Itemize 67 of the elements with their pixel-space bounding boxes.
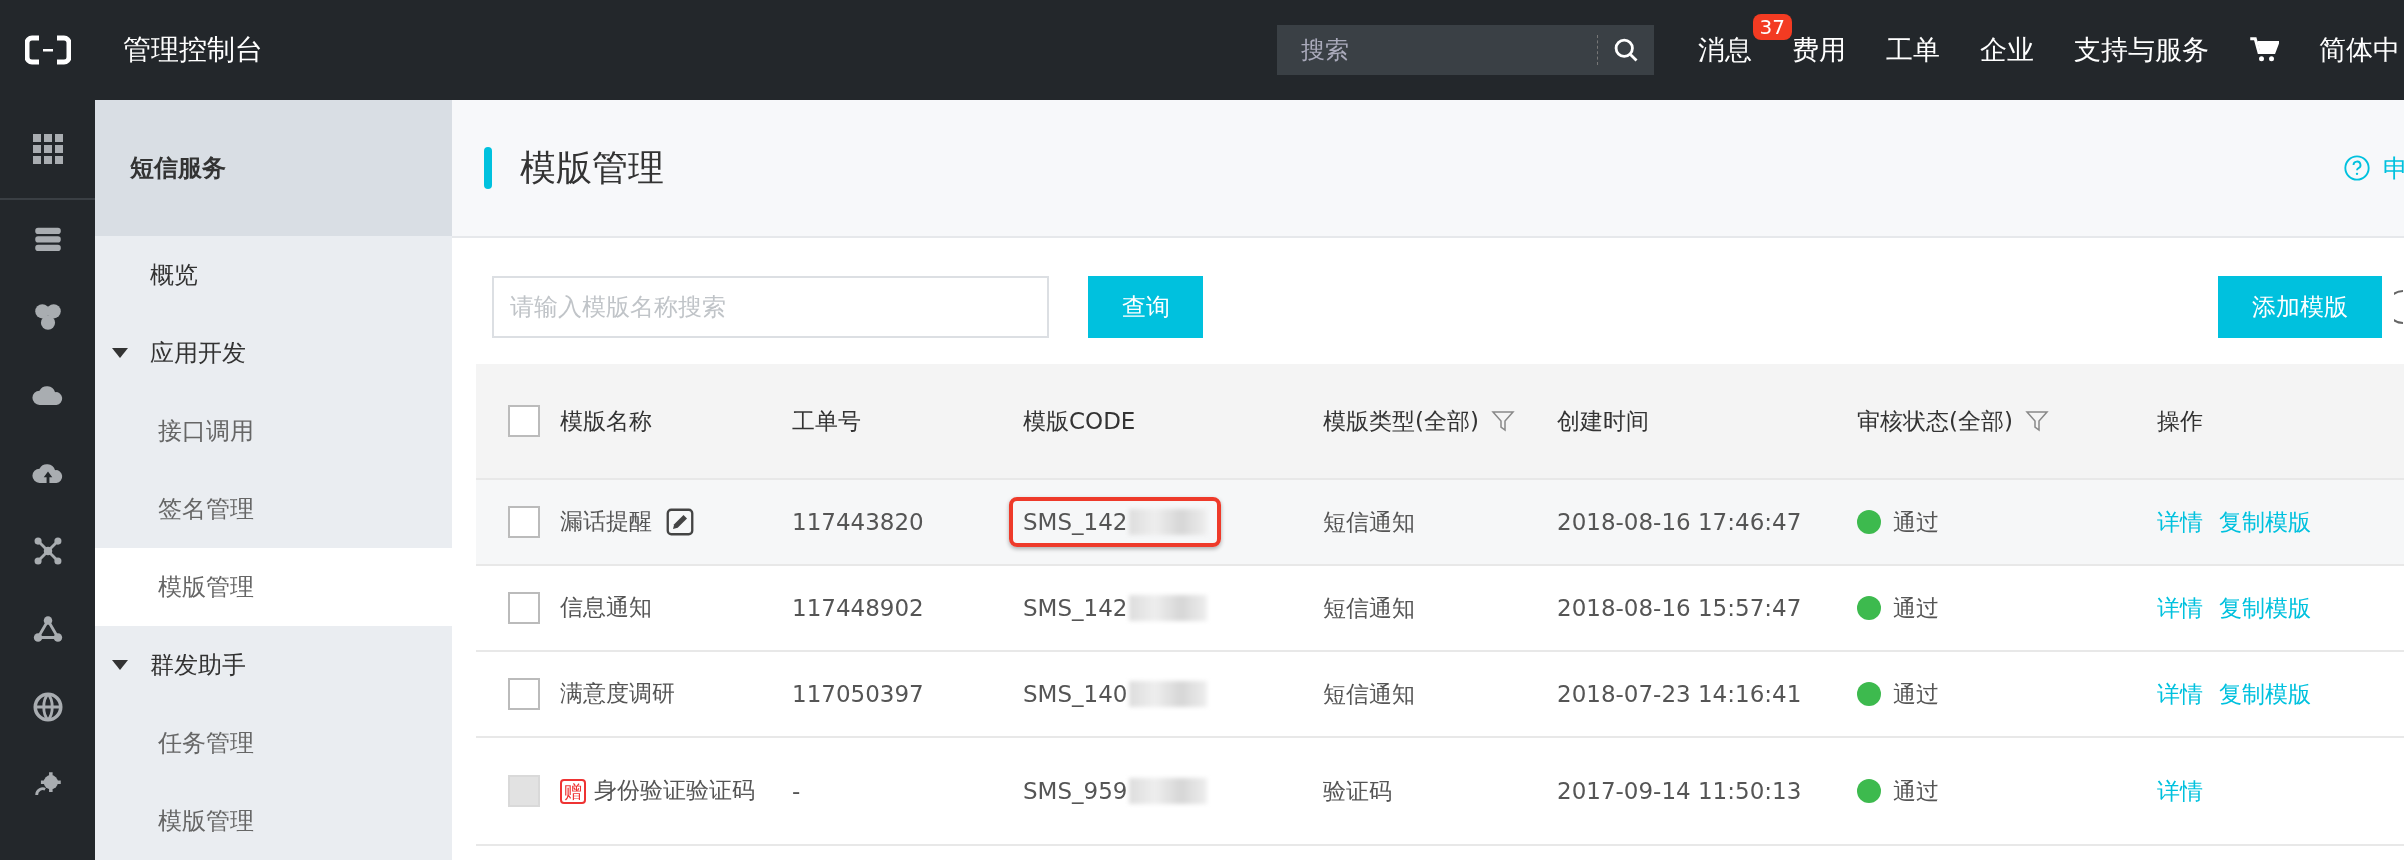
template-name: 漏话提醒 (559, 507, 652, 537)
sidebar-title: 短信服务 (95, 100, 452, 237)
status-text: 通过 (1893, 593, 1939, 623)
column-header: 操作 (2157, 406, 2203, 436)
status-text: 通过 (1893, 776, 1939, 806)
sidebar-group[interactable]: 群发助手 (150, 649, 246, 682)
order-number: 117050397 (791, 681, 925, 707)
column-header: 模版名称 (560, 406, 652, 436)
sidebar-item[interactable]: 签名管理 (95, 470, 452, 549)
template-type: 验证码 (1322, 776, 1393, 806)
template-code: SMS_142 (1009, 497, 1222, 547)
template-type: 短信通知 (1322, 593, 1416, 623)
template-code: SMS_142 (1023, 595, 1208, 621)
template-code: SMS_959 (1023, 778, 1208, 804)
nav-link[interactable]: 支持与服务 (2074, 32, 2209, 68)
row-checkbox[interactable] (508, 592, 540, 624)
template-name: 信息通知 (559, 593, 652, 623)
search-icon[interactable] (1612, 36, 1640, 64)
template-code: SMS_140 (1023, 681, 1208, 707)
created-time: 2017-09-14 11:50:13 (1556, 778, 1803, 804)
table-row[interactable]: 漏话提醒 117443820 SMS_142 短信通知 2018-08-16 17:46:47 通过 详情 复制模版 (476, 480, 2404, 566)
search-button[interactable] (1597, 25, 1654, 75)
logo-icon[interactable] (24, 35, 71, 65)
template-name: 赠 身份验证验证码 (546, 776, 755, 806)
page-title: 模版管理 (520, 145, 664, 190)
template-type: 短信通知 (1322, 679, 1416, 709)
sidebar-item[interactable]: 接口调用 (95, 392, 452, 471)
column-header: 模版类型(全部) (1323, 406, 1479, 436)
order-number: 117448902 (791, 595, 925, 621)
sidebar-group[interactable]: 应用开发 (150, 337, 246, 370)
template-type: 短信通知 (1322, 507, 1416, 537)
template-name: 满意度调研 (559, 679, 675, 709)
sidebar-item[interactable]: 模版管理 (95, 782, 452, 860)
select-all-checkbox[interactable] (508, 405, 540, 437)
sidebar-item[interactable]: 模版管理 (95, 548, 452, 627)
sidebar-item[interactable]: 概览 (95, 236, 452, 315)
column-header: 创建时间 (1557, 406, 1649, 436)
created-time: 2018-08-16 17:46:47 (1556, 509, 1803, 535)
gift-badge: 赠 (560, 779, 586, 805)
grid-icon[interactable] (32, 134, 63, 164)
column-header: 审核状态(全部) (1857, 406, 2013, 436)
status-text: 通过 (1893, 507, 1939, 537)
order-number: - (791, 778, 802, 804)
filter-icon[interactable] (1490, 409, 1515, 433)
sidebar-item[interactable]: 任务管理 (95, 704, 452, 782)
cart-icon[interactable] (2249, 36, 2279, 64)
caret-icon[interactable] (112, 348, 128, 359)
search-field[interactable]: 搜索 (1277, 25, 1597, 75)
nav-link[interactable]: 工单 (1886, 32, 1940, 68)
filter-icon[interactable] (2024, 409, 2049, 433)
created-time: 2018-08-16 15:57:47 (1556, 595, 1803, 621)
edit-icon[interactable] (666, 508, 694, 536)
nav-link[interactable]: 企业 (1980, 32, 2034, 68)
count-badge: 37 (1752, 14, 1792, 40)
row-checkbox[interactable] (508, 506, 540, 538)
column-header: 模版CODE (1023, 406, 1136, 436)
column-header: 工单号 (792, 406, 861, 436)
row-checkbox[interactable] (508, 678, 540, 710)
caret-icon[interactable] (112, 660, 128, 671)
console-title: 管理控制台 (123, 32, 263, 68)
search-field[interactable]: 请输入模版名称搜索 (492, 276, 1049, 338)
order-number: 117443820 (791, 509, 925, 535)
nav-link[interactable]: 简体中 (2319, 32, 2400, 68)
nav-link[interactable]: 费用 (1792, 32, 1846, 68)
created-time: 2018-07-23 14:16:41 (1556, 681, 1803, 707)
title-accent (484, 147, 492, 189)
status-text: 通过 (1893, 679, 1939, 709)
